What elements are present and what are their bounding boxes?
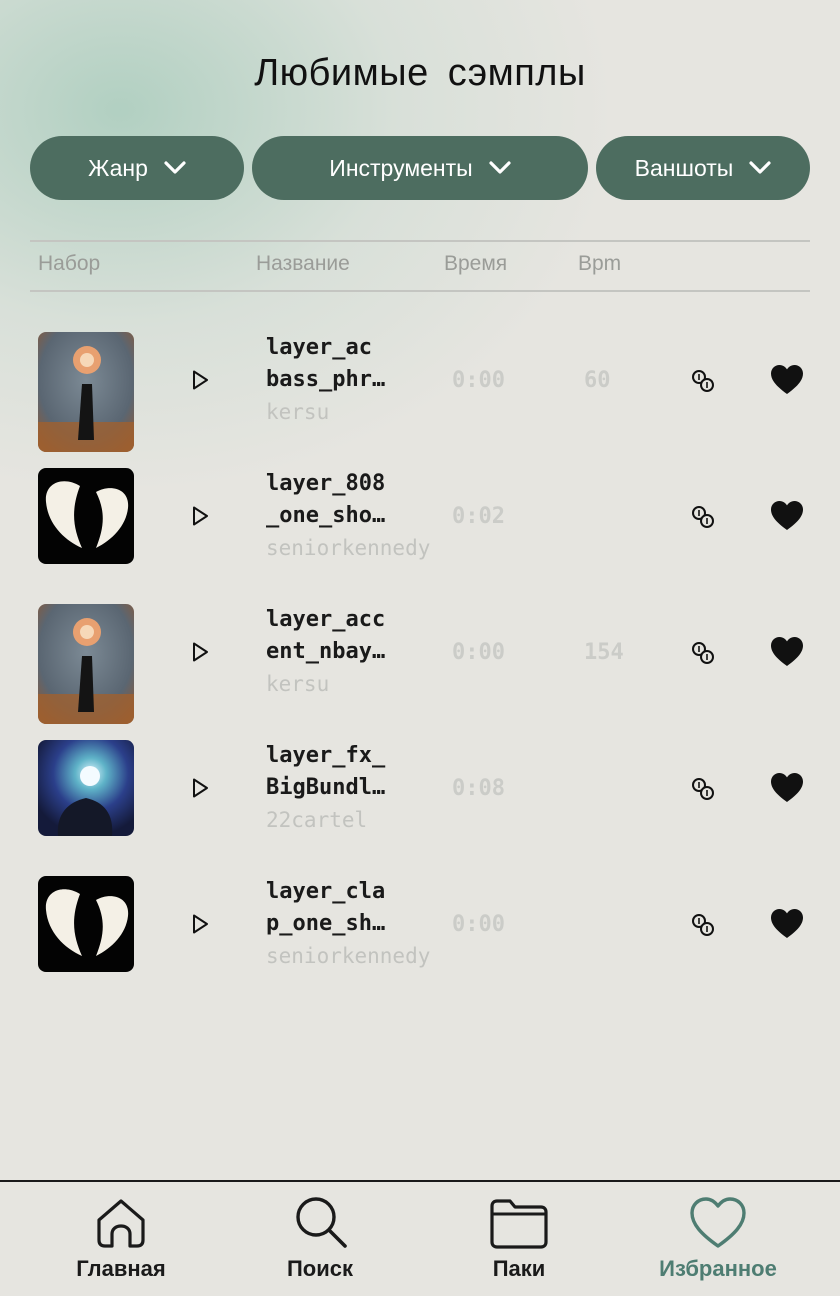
sample-time: 0:08 (452, 776, 505, 801)
pack-cover-image[interactable] (38, 876, 134, 972)
sample-name: layer_fx_ BigBundl… (266, 740, 406, 804)
coins-icon[interactable] (690, 640, 716, 666)
play-icon[interactable] (188, 776, 212, 800)
chevron-down-icon (164, 161, 186, 174)
nav-item-favorites[interactable]: Избранное (638, 1192, 798, 1282)
filter-genre-label: Жанр (88, 154, 148, 181)
sample-author: seniorkennedy (266, 944, 431, 968)
heart-filled-icon[interactable] (770, 908, 804, 940)
sample-bpm: 60 (584, 368, 611, 393)
folder-icon (490, 1199, 548, 1249)
pack-cover-image[interactable] (38, 740, 134, 836)
chevron-down-icon (749, 161, 771, 174)
sample-time: 0:02 (452, 504, 505, 529)
nav-item-search[interactable]: Поиск (240, 1192, 400, 1282)
sample-name-line1: layer_808 (266, 471, 386, 496)
table-header-divider-bottom (30, 290, 810, 292)
nav-label-favorites: Избранное (659, 1256, 777, 1281)
sample-name: layer_cla p_one_sh… (266, 876, 406, 940)
coins-icon[interactable] (690, 776, 716, 802)
sample-name-line1: layer_ac (266, 335, 372, 360)
sample-author: seniorkennedy (266, 536, 431, 560)
sample-time: 0:00 (452, 368, 505, 393)
sample-author: 22cartel (266, 808, 368, 832)
chevron-down-icon (489, 161, 511, 174)
pack-cover-image[interactable] (38, 468, 134, 564)
pack-cover-image[interactable] (38, 332, 134, 452)
filter-oneshots-label: Ваншоты (634, 154, 734, 181)
sample-name: layer_acc ent_nbay… (266, 604, 406, 668)
sample-name-line2: bass_phr… (266, 367, 386, 392)
play-icon[interactable] (188, 912, 212, 936)
filter-oneshots-dropdown[interactable]: Ваншоты (596, 136, 810, 200)
play-icon[interactable] (188, 368, 212, 392)
sample-name-line2: p_one_sh… (266, 911, 386, 936)
bottom-nav-divider (0, 1180, 840, 1182)
filter-instruments-dropdown[interactable]: Инструменты (252, 136, 588, 200)
heart-filled-icon[interactable] (770, 364, 804, 396)
sample-bpm: 154 (584, 640, 624, 665)
heart-filled-icon[interactable] (770, 500, 804, 532)
nav-item-packs[interactable]: Паки (439, 1192, 599, 1282)
search-icon (296, 1197, 347, 1248)
coins-icon[interactable] (690, 368, 716, 394)
pack-cover-image[interactable] (38, 604, 134, 724)
sample-name-line2: BigBundl… (266, 775, 386, 800)
heart-filled-icon[interactable] (770, 772, 804, 804)
column-header-time: Время (444, 252, 508, 275)
sample-time: 0:00 (452, 912, 505, 937)
column-header-name: Название (256, 252, 350, 275)
nav-label-packs: Паки (492, 1256, 546, 1281)
play-icon[interactable] (188, 640, 212, 664)
sample-name: layer_ac bass_phr… (266, 332, 406, 396)
heart-filled-icon[interactable] (770, 636, 804, 668)
nav-item-home[interactable]: Главная (41, 1192, 201, 1282)
sample-author: kersu (266, 400, 330, 424)
sample-name-line1: layer_cla (266, 879, 386, 904)
filter-genre-dropdown[interactable]: Жанр (30, 136, 244, 200)
table-header-divider-top (30, 240, 810, 242)
coins-icon[interactable] (690, 504, 716, 530)
sample-time: 0:00 (452, 640, 505, 665)
sample-name: layer_808 _one_sho… (266, 468, 406, 532)
sample-name-line2: _one_sho… (266, 503, 386, 528)
page-title: Любимые сэмплы (254, 52, 586, 94)
column-header-bpm: Bpm (578, 252, 622, 275)
filter-instruments-label: Инструменты (329, 154, 473, 181)
home-icon (97, 1199, 145, 1248)
nav-label-search: Поиск (286, 1256, 354, 1281)
nav-label-home: Главная (76, 1256, 166, 1281)
sample-name-line2: ent_nbay… (266, 639, 386, 664)
column-header-pack: Набор (38, 252, 101, 275)
heart-icon (690, 1197, 746, 1248)
sample-author: kersu (266, 672, 330, 696)
play-icon[interactable] (188, 504, 212, 528)
sample-name-line1: layer_acc (266, 607, 386, 632)
coins-icon[interactable] (690, 912, 716, 938)
sample-name-line1: layer_fx_ (266, 743, 386, 768)
